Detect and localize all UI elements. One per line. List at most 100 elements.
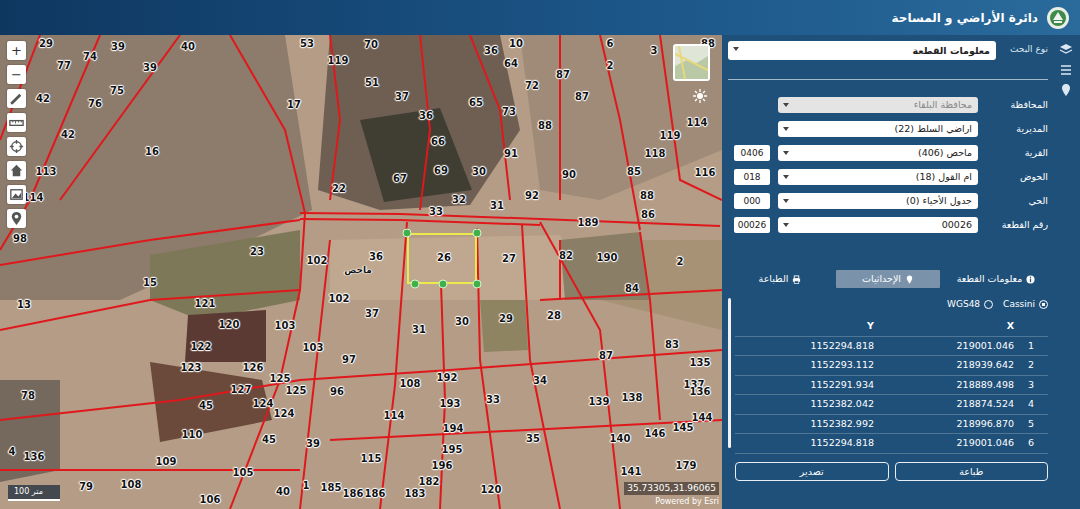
zoom-in-button[interactable]: + bbox=[7, 41, 26, 60]
parcel-label[interactable]: 140 bbox=[610, 433, 631, 445]
field-select[interactable]: 00026 bbox=[778, 217, 978, 233]
parcel-label[interactable]: 2 bbox=[607, 60, 614, 72]
parcel-label[interactable]: 17 bbox=[287, 99, 301, 111]
table-row[interactable]: 2218939.6421152293.112 bbox=[735, 356, 1048, 376]
field-select[interactable]: جدول الأحياء (0) bbox=[778, 193, 978, 209]
field-select[interactable]: ماحص (406) bbox=[778, 145, 978, 161]
parcel-label[interactable]: 64 bbox=[504, 58, 518, 70]
parcel-label[interactable]: 118 bbox=[645, 148, 666, 160]
parcel-label[interactable]: 40 bbox=[181, 41, 195, 53]
parcel-label[interactable]: 87 bbox=[556, 69, 570, 81]
table-row[interactable]: 3218889.4981152291.934 bbox=[735, 376, 1048, 396]
parcel-label[interactable]: 124 bbox=[253, 398, 274, 410]
parcel-label[interactable]: 136 bbox=[24, 451, 45, 463]
parcel-label[interactable]: 30 bbox=[455, 316, 469, 328]
parcel-label[interactable]: 183 bbox=[405, 488, 426, 500]
parcel-label[interactable]: 120 bbox=[481, 484, 502, 496]
parcel-label[interactable]: 92 bbox=[525, 190, 539, 202]
parcel-label[interactable]: 35 bbox=[526, 433, 540, 445]
parcel-label[interactable]: 84 bbox=[625, 283, 639, 295]
parcel-label[interactable]: 34 bbox=[533, 375, 547, 387]
parcel-label[interactable]: 33 bbox=[486, 394, 500, 406]
print-button[interactable]: طباعة bbox=[895, 462, 1049, 481]
parcel-label[interactable]: 121 bbox=[195, 298, 216, 310]
parcel-label[interactable]: 115 bbox=[361, 453, 382, 465]
table-row[interactable]: 4218874.5241152382.042 bbox=[735, 395, 1048, 415]
parcel-label[interactable]: 88 bbox=[640, 190, 654, 202]
parcel-label[interactable]: 103 bbox=[275, 320, 296, 332]
parcel-label[interactable]: 127 bbox=[231, 384, 252, 396]
parcel-label[interactable]: 6 bbox=[607, 38, 614, 50]
parcel-label[interactable]: 16 bbox=[145, 146, 159, 158]
parcel-label[interactable]: 42 bbox=[61, 129, 75, 141]
parcel-label[interactable]: 3 bbox=[651, 45, 658, 57]
scrollbar[interactable] bbox=[728, 298, 731, 448]
parcel-label[interactable]: 190 bbox=[597, 252, 618, 264]
parcel-label[interactable]: 185 bbox=[321, 482, 342, 494]
parcel-label[interactable]: 110 bbox=[182, 429, 203, 441]
home-button[interactable] bbox=[7, 161, 26, 180]
field-select[interactable]: اراضي السلط (22) bbox=[778, 121, 978, 137]
parcel-label[interactable]: 196 bbox=[432, 460, 453, 472]
export-button[interactable]: تصدير bbox=[735, 462, 889, 481]
panel-tab[interactable]: الطباعة bbox=[728, 270, 832, 288]
parcel-label[interactable]: 108 bbox=[121, 479, 142, 491]
measure-button[interactable] bbox=[7, 113, 26, 132]
parcel-label[interactable]: 114 bbox=[384, 410, 405, 422]
field-select[interactable]: ام القول (18) bbox=[778, 169, 978, 185]
parcel-label[interactable]: 122 bbox=[191, 341, 212, 353]
parcel-label[interactable]: 125 bbox=[286, 385, 307, 397]
parcel-label[interactable]: 69 bbox=[434, 165, 448, 177]
parcel-label[interactable]: 192 bbox=[437, 372, 458, 384]
parcel-label[interactable]: 144 bbox=[692, 412, 713, 424]
parcel-label[interactable]: 103 bbox=[303, 342, 324, 354]
map-pin-icon[interactable] bbox=[1059, 83, 1073, 97]
parcel-label[interactable]: 108 bbox=[400, 378, 421, 390]
parcel-label[interactable]: 79 bbox=[79, 481, 93, 493]
parcel-label[interactable]: 65 bbox=[469, 97, 483, 109]
parcel-label[interactable]: 42 bbox=[36, 93, 50, 105]
parcel-label[interactable]: 33 bbox=[429, 206, 443, 218]
parcel-label[interactable]: 125 bbox=[270, 373, 291, 385]
vertex-dot[interactable] bbox=[403, 229, 412, 238]
field-code[interactable]: 0406 bbox=[734, 145, 770, 161]
parcel-label[interactable]: 136 bbox=[690, 386, 711, 398]
parcel-label[interactable]: 76 bbox=[88, 98, 102, 110]
parcel-label[interactable]: 78 bbox=[21, 390, 35, 402]
list-icon[interactable] bbox=[1059, 63, 1073, 77]
parcel-label[interactable]: 29 bbox=[39, 38, 53, 50]
vertex-dot[interactable] bbox=[473, 280, 482, 289]
parcel-label[interactable]: 40 bbox=[276, 486, 290, 498]
vertex-dot[interactable] bbox=[473, 229, 482, 238]
parcel-label[interactable]: 37 bbox=[395, 91, 409, 103]
parcel-label[interactable]: 23 bbox=[250, 246, 264, 258]
parcel-label[interactable]: 88 bbox=[538, 120, 552, 132]
parcel-label[interactable]: 98 bbox=[13, 233, 27, 245]
parcel-label[interactable]: 114 bbox=[687, 117, 708, 129]
radio-button[interactable] bbox=[1039, 300, 1048, 309]
parcel-label[interactable]: 66 bbox=[431, 136, 445, 148]
parcel-label[interactable]: 91 bbox=[504, 148, 518, 160]
parcel-label[interactable]: 4 bbox=[9, 446, 16, 458]
parcel-label[interactable]: 126 bbox=[243, 362, 264, 374]
parcel-label[interactable]: 90 bbox=[562, 169, 576, 181]
parcel-label[interactable]: 15 bbox=[143, 277, 157, 289]
parcel-label[interactable]: 73 bbox=[502, 106, 516, 118]
parcel-label[interactable]: 51 bbox=[365, 77, 379, 89]
parcel-label[interactable]: 139 bbox=[589, 396, 610, 408]
crs-radio-option[interactable]: Cassini bbox=[1003, 298, 1048, 312]
parcel-label[interactable]: 85 bbox=[627, 166, 641, 178]
parcel-label[interactable]: 138 bbox=[622, 392, 643, 404]
parcel-label[interactable]: 36 bbox=[419, 110, 433, 122]
parcel-label[interactable]: 182 bbox=[419, 476, 440, 488]
parcel-label[interactable]: 31 bbox=[412, 324, 426, 336]
parcel-label[interactable]: 70 bbox=[364, 39, 378, 51]
panel-tab[interactable]: معلومات القطعة bbox=[944, 270, 1048, 288]
parcel-label[interactable]: 29 bbox=[499, 313, 513, 325]
parcel-label[interactable]: 102 bbox=[329, 293, 350, 305]
parcel-label[interactable]: 87 bbox=[599, 350, 613, 362]
field-code[interactable]: 00026 bbox=[734, 217, 770, 233]
parcel-label[interactable]: 27 bbox=[502, 253, 516, 265]
parcel-label[interactable]: 119 bbox=[660, 130, 681, 142]
parcel-label[interactable]: 113 bbox=[36, 166, 57, 178]
